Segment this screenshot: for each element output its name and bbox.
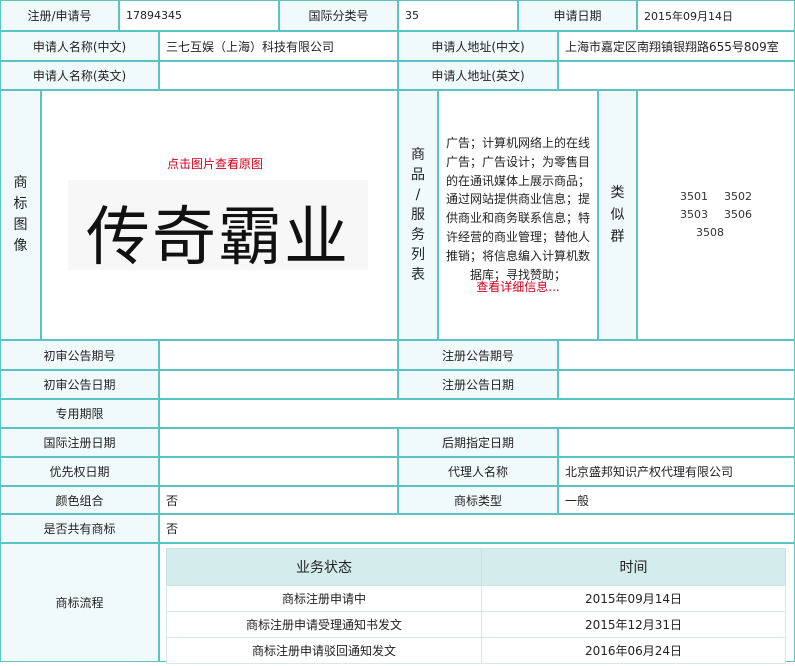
applicant-name-cn-value: 三七互娱（上海）科技有限公司 <box>159 31 398 61</box>
flow-date: 2015年12月31日 <box>481 611 786 638</box>
intl-reg-date-label: 国际注册日期 <box>0 428 159 457</box>
prelim-pub-date-value <box>159 370 398 399</box>
vertical-label-char: 务 <box>411 227 425 243</box>
flow-status: 商标注册申请驳回通知发文 <box>166 637 482 664</box>
later-designation-date-value <box>558 428 795 457</box>
flow-row: 商标注册申请驳回通知发文 2016年06月24日 <box>166 637 786 664</box>
prelim-pub-no-value <box>159 340 398 370</box>
shared-mark-label: 是否共有商标 <box>0 514 159 543</box>
flow-row: 商标注册申请受理通知书发文 2015年12月31日 <box>166 611 786 638</box>
apply-date-value: 2015年09月14日 <box>637 0 795 31</box>
goods-service-line: 供商业和商务联系信息；特 <box>445 211 590 226</box>
exclusive-period-value <box>159 399 795 428</box>
applicant-address-cn-label: 申请人地址(中文) <box>398 31 558 61</box>
color-combination-value: 否 <box>159 486 398 514</box>
vertical-label-char: 商 <box>411 147 425 163</box>
apply-date-label: 申请日期 <box>518 0 637 31</box>
vertical-label-char: 商 <box>13 175 28 191</box>
exclusive-period-label: 专用期限 <box>0 399 159 428</box>
reg-no-value: 17894345 <box>119 0 279 31</box>
goods-label-cell: 商品 / 服务列表 <box>398 90 438 340</box>
applicant-name-cn-label: 申请人名称(中文) <box>0 31 159 61</box>
similar-group-code: 3506 <box>724 207 752 221</box>
goods-service-line: 许经营的商业管理；替他人 <box>445 229 590 244</box>
intl-reg-date-value <box>159 428 398 457</box>
flow-header-row: 业务状态 时间 <box>166 548 786 586</box>
reg-pub-no-label: 注册公告期号 <box>398 340 558 370</box>
flow-status: 商标注册申请中 <box>166 585 482 612</box>
mark-flow-table: 业务状态 时间 商标注册申请中 2015年09月14日 商标注册申请受理通知书发… <box>166 548 786 664</box>
goods-service-line: 的在通讯媒体上展示商品； <box>445 173 590 188</box>
vertical-label-char: 像 <box>13 238 28 254</box>
mark-type-value: 一般 <box>558 486 795 514</box>
goods-services-list: 广告；计算机网络上的在线 广告；广告设计；为零售目 的在通讯媒体上展示商品； 通过网站… <box>438 134 598 284</box>
similar-group-label-cell: 类似群 <box>598 90 637 340</box>
goods-service-line: 推销；将信息编入计算机数 <box>445 248 590 263</box>
goods-service-line: 广告；计算机网络上的在线 <box>445 136 590 150</box>
flow-row: 商标注册申请中 2015年09月14日 <box>166 585 786 612</box>
vertical-label-char: 标 <box>13 196 28 212</box>
applicant-name-en-value <box>159 61 398 90</box>
goods-service-line: 通过网站提供商业信息；提 <box>445 192 590 207</box>
mark-image-label: 商标图像 <box>14 173 28 257</box>
vertical-label-char: 列 <box>411 247 425 263</box>
flow-status: 商标注册申请受理通知书发文 <box>166 611 482 638</box>
similar-group-label: 类似群 <box>611 182 625 248</box>
vertical-label-char: 品 <box>411 167 425 183</box>
reg-pub-no-value <box>558 340 795 370</box>
priority-date-label: 优先权日期 <box>0 457 159 486</box>
applicant-name-en-label: 申请人名称(英文) <box>0 61 159 90</box>
prelim-pub-date-label: 初审公告日期 <box>0 370 159 399</box>
class-no-label: 国际分类号 <box>279 0 398 31</box>
reg-pub-date-label: 注册公告日期 <box>398 370 558 399</box>
mark-image[interactable]: 传奇霸业 <box>68 180 368 275</box>
reg-no-label: 注册/申请号 <box>0 0 119 31</box>
class-no-value: 35 <box>398 0 518 31</box>
mark-text: 传奇霸业 <box>86 201 350 275</box>
later-designation-date-label: 后期指定日期 <box>398 428 558 457</box>
vertical-label-char: 群 <box>610 229 625 245</box>
agent-name-value: 北京盛邦知识产权代理有限公司 <box>558 457 795 486</box>
view-original-link[interactable]: 点击图片查看原图 <box>140 154 290 172</box>
goods-service-line: 广告；广告设计；为零售目 <box>445 154 590 169</box>
priority-date-value <box>159 457 398 486</box>
flow-header-status: 业务状态 <box>166 548 482 586</box>
vertical-label-char: / <box>415 187 421 203</box>
prelim-pub-no-label: 初审公告期号 <box>0 340 159 370</box>
similar-group-code: 3508 <box>696 225 724 239</box>
vertical-label-char: 表 <box>411 267 425 283</box>
mark-image-label-cell: 商标图像 <box>0 90 41 340</box>
reg-pub-date-value <box>558 370 795 399</box>
more-details-link[interactable]: 查看详细信息... <box>438 277 598 295</box>
vertical-label-char: 类 <box>610 185 625 201</box>
flow-header-time: 时间 <box>481 548 786 586</box>
mark-type-label: 商标类型 <box>398 486 558 514</box>
flow-date: 2016年06月24日 <box>481 637 786 664</box>
flow-date: 2015年09月14日 <box>481 585 786 612</box>
vertical-label-char: 图 <box>13 217 28 233</box>
vertical-label-char: 服 <box>411 207 425 223</box>
applicant-address-cn-value: 上海市嘉定区南翔镇银翔路655号809室 <box>558 31 795 61</box>
applicant-address-en-label: 申请人地址(英文) <box>398 61 558 90</box>
mark-flow-label: 商标流程 <box>0 543 159 662</box>
vertical-label-char: 似 <box>610 207 625 223</box>
similar-group-code: 3502 <box>724 189 752 203</box>
goods-services-label: 商品 / 服务列表 <box>411 145 425 285</box>
shared-mark-value: 否 <box>159 514 795 543</box>
color-combination-label: 颜色组合 <box>0 486 159 514</box>
agent-name-label: 代理人名称 <box>398 457 558 486</box>
applicant-address-en-value <box>558 61 795 90</box>
